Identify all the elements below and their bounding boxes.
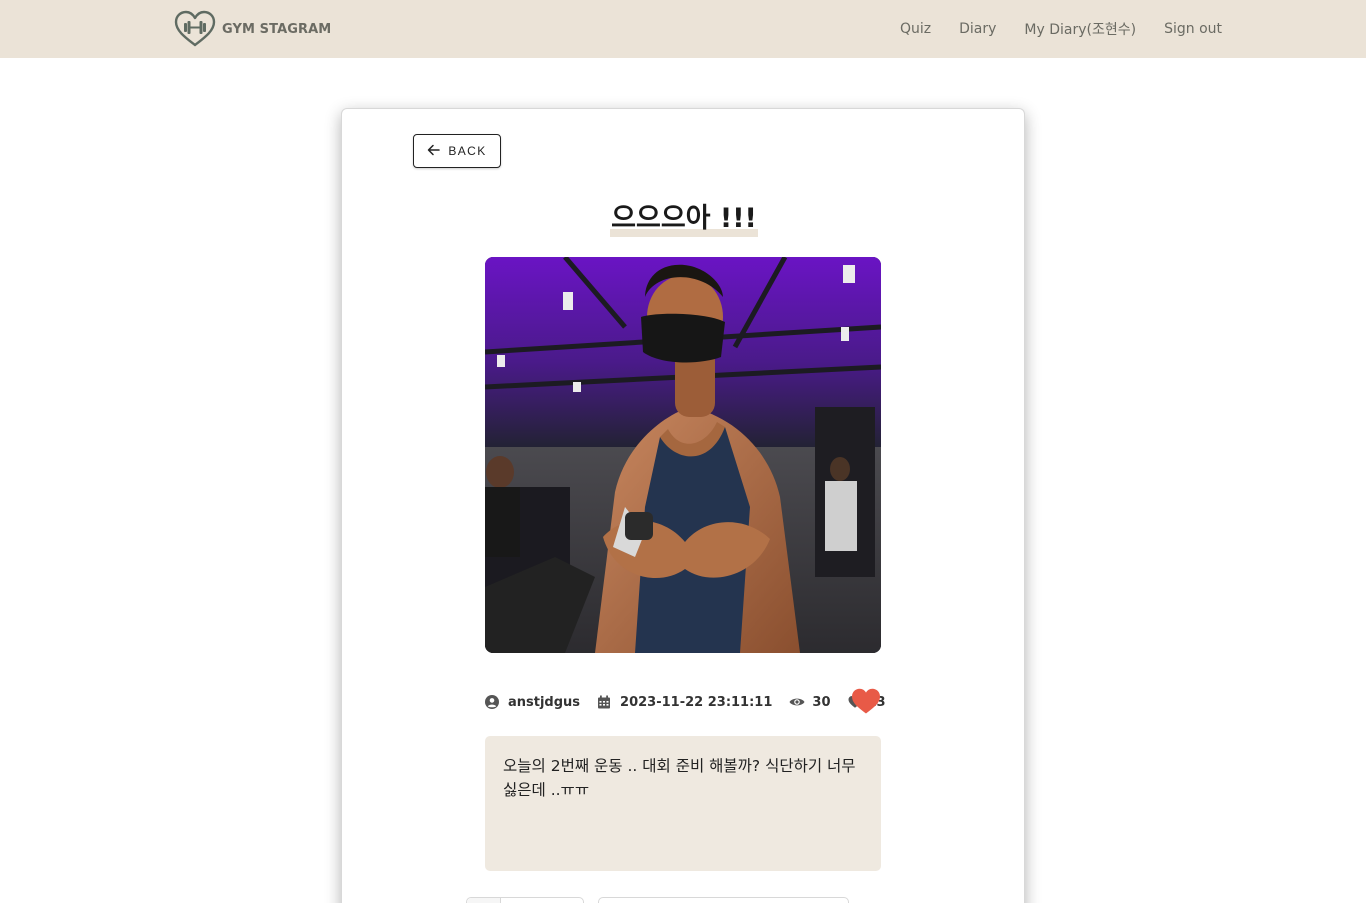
post-meta: anstjdgus 2023-11-22 23:11:11 30	[485, 684, 886, 720]
post-photo	[485, 257, 881, 653]
post-content-text: 오늘의 2번째 운동 .. 대회 준비 해볼까? 식단하기 너무 싫은데 ..ㅠ…	[503, 757, 856, 799]
comment-control[interactable]	[466, 897, 584, 903]
meta-views: 30	[789, 694, 831, 710]
view-count: 30	[812, 694, 831, 710]
post-date: 2023-11-22 23:11:11	[620, 694, 773, 710]
nav-links: Quiz Diary My Diary(조현수) Sign out	[872, 0, 1222, 58]
nav-link-sign-out[interactable]: Sign out	[1164, 21, 1222, 37]
post-title-wrap: 으으으아 !!!	[342, 196, 1026, 237]
comment-control-segment	[467, 898, 501, 903]
post-title: 으으으아 !!!	[610, 196, 758, 237]
arrow-left-icon	[427, 144, 441, 158]
brand-link[interactable]: GYM STAGRAM	[174, 10, 331, 48]
comment-input[interactable]	[598, 897, 849, 903]
navbar: GYM STAGRAM Quiz Diary My Diary(조현수) Sig…	[0, 0, 1366, 58]
post-photo-image	[485, 257, 881, 653]
meta-author: anstjdgus	[485, 695, 580, 710]
author-name: anstjdgus	[508, 694, 581, 710]
heart-dumbbell-icon	[174, 10, 216, 47]
nav-link-my-diary[interactable]: My Diary(조현수)	[1024, 19, 1136, 39]
post-card: BACK 으으으아 !!! anstjdgus 2023-11-22 23:11…	[341, 108, 1025, 903]
back-button-label: BACK	[448, 144, 487, 158]
brand-name: GYM STAGRAM	[222, 21, 332, 37]
nav-link-diary[interactable]: Diary	[959, 21, 996, 37]
eye-icon	[789, 698, 805, 706]
nav-link-quiz[interactable]: Quiz	[900, 21, 931, 37]
back-button[interactable]: BACK	[413, 134, 501, 168]
heart-icon	[852, 688, 880, 714]
meta-date: 2023-11-22 23:11:11	[597, 695, 772, 710]
post-content: 오늘의 2번째 운동 .. 대회 준비 해볼까? 식단하기 너무 싫은데 ..ㅠ…	[485, 736, 881, 871]
user-circle-icon	[485, 695, 499, 709]
calendar-icon	[598, 695, 611, 709]
like-button[interactable]	[851, 687, 881, 715]
